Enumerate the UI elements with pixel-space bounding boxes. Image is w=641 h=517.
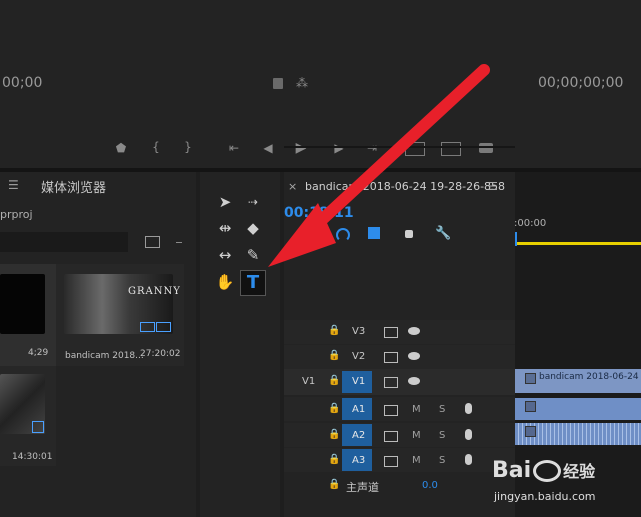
annotation-arrow-icon [268,64,490,267]
paw-logo-icon [533,460,562,482]
watermark-suffix: 经验 [563,462,596,481]
watermark-url: jingyan.baidu.com [494,490,596,503]
watermark-brand-text: Bai [492,458,532,483]
watermark-brand: Bai 经验 [492,458,595,483]
